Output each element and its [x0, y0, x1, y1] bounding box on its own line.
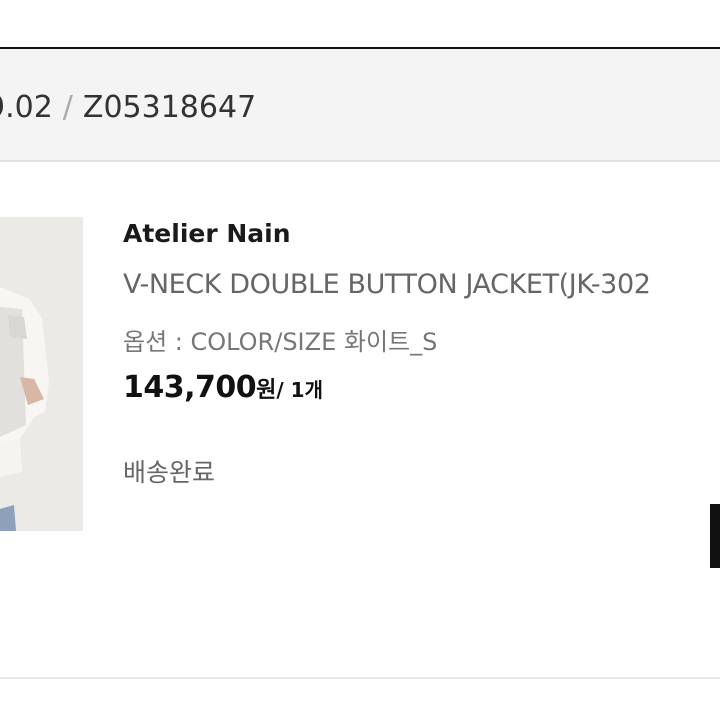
- product-quantity: / 1개: [276, 378, 323, 402]
- product-thumbnail[interactable]: [0, 217, 83, 531]
- order-date: 9.02: [0, 90, 53, 125]
- product-option: 옵션 : COLOR/SIZE 화이트_S: [123, 328, 438, 356]
- order-action-button[interactable]: [710, 504, 720, 568]
- bottom-divider: [0, 677, 720, 679]
- product-name[interactable]: V-NECK DOUBLE BUTTON JACKET(JK-302: [123, 269, 651, 300]
- order-history-page: 9.02 / Z05318647 Atelier Nain V-NECK DOUBL…: [0, 0, 720, 720]
- order-number[interactable]: Z05318647: [83, 90, 256, 125]
- delivery-status: 배송완료: [123, 458, 216, 487]
- product-image: [0, 217, 83, 531]
- price-line: 143,700원/ 1개: [123, 370, 323, 405]
- brand-name[interactable]: Atelier Nain: [123, 219, 291, 248]
- order-info: 9.02 / Z05318647: [0, 88, 256, 128]
- order-separator: /: [62, 90, 73, 125]
- product-price: 143,700: [123, 370, 257, 405]
- price-currency: 원: [256, 378, 277, 403]
